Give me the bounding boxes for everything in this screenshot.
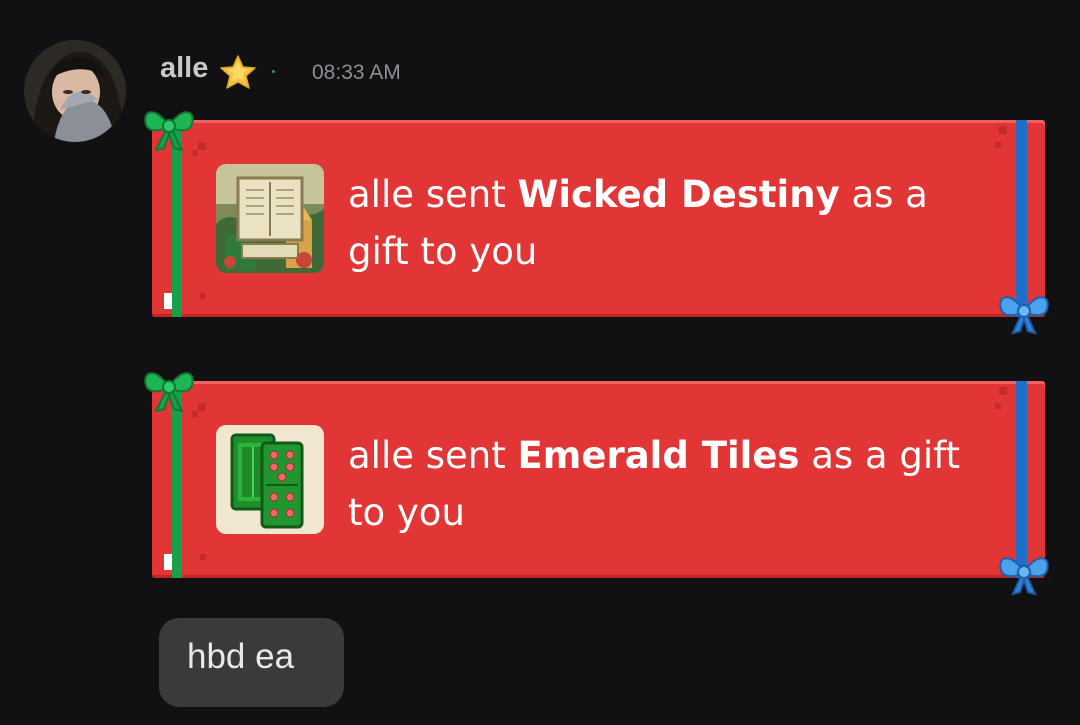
gift-card[interactable]: alle sent Emerald Tiles as a gift to you [144,372,1049,596]
avatar[interactable] [24,40,126,142]
message-text: hbd ea [187,637,295,676]
gift-message: alle sent Wicked Destiny as a gift to yo… [348,166,998,280]
gift-item-name[interactable]: Wicked Destiny [518,173,840,216]
pixel-decoration [999,387,1007,395]
pixel-decoration [164,293,172,309]
separator-dot [272,70,275,73]
pixel-decoration [200,293,206,299]
gift-sender[interactable]: alle [348,173,414,216]
pixel-decoration [198,403,206,411]
green-bow-icon [144,111,194,152]
message-bubble[interactable]: hbd ea [159,618,344,707]
pixel-decoration [164,554,172,570]
gift-verb: sent [425,434,506,477]
pixel-decoration [200,554,206,560]
blue-bow-icon [999,296,1049,335]
pixel-decoration [198,142,206,150]
green-bow-icon [144,372,194,413]
avatar-photo [24,40,126,142]
gift-sender[interactable]: alle [348,434,414,477]
gift-message: alle sent Emerald Tiles as a gift to you [348,427,998,541]
pixel-decoration [995,142,1001,148]
emerald-tiles-thumbnail[interactable] [216,425,324,534]
pixel-decoration [999,126,1007,134]
gift-card[interactable]: alle sent Wicked Destiny as a gift to yo… [144,111,1049,335]
chat-message-group: alle 08:33 AM alle sent Wicked Destiny a… [0,0,1080,725]
gift-item-name[interactable]: Emerald Tiles [518,434,800,477]
gift-verb: sent [425,173,506,216]
timestamp: 08:33 AM [312,61,401,84]
wicked-destiny-thumbnail[interactable] [216,164,324,273]
pixel-decoration [995,403,1001,409]
blue-bow-icon [999,557,1049,596]
star-icon [220,55,256,89]
username[interactable]: alle [160,52,208,85]
